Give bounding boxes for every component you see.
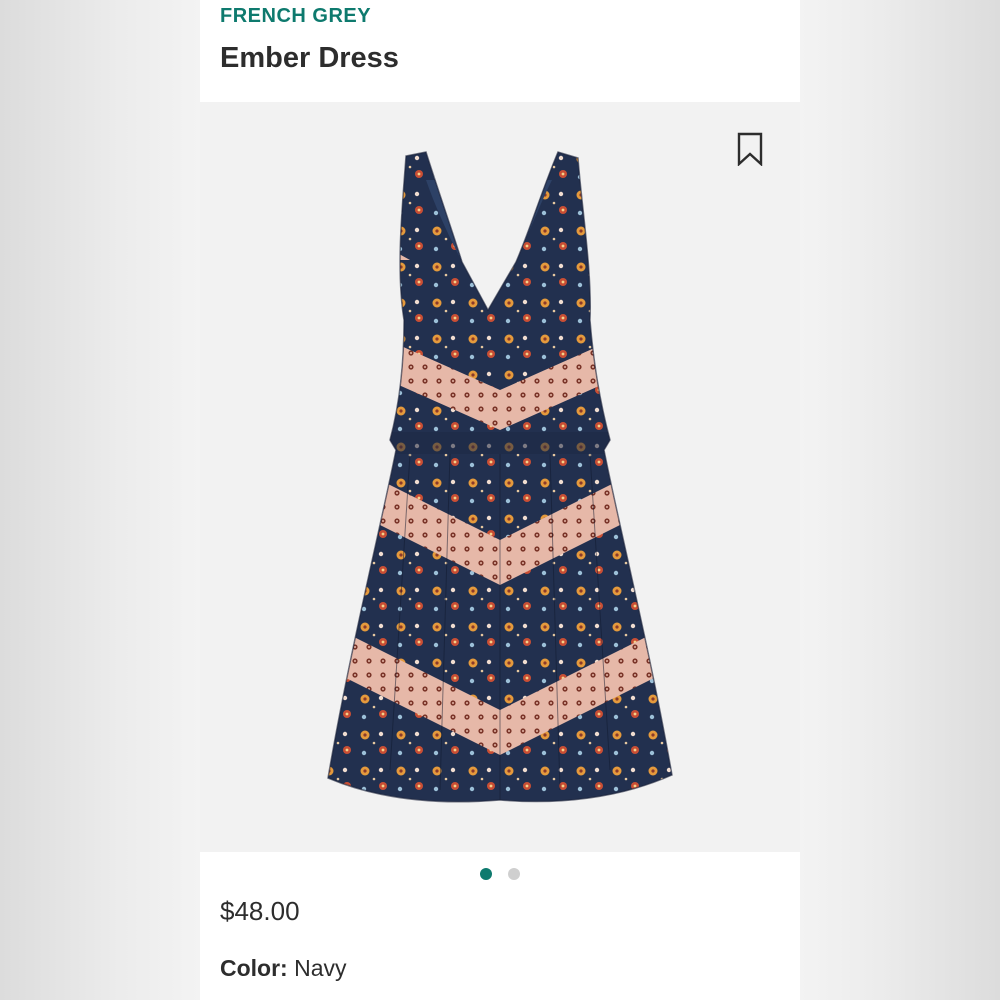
product-card: FRENCH GREY Ember Dress $48.00 Color: Na… bbox=[200, 0, 800, 1000]
carousel-dot-2[interactable] bbox=[508, 868, 520, 880]
product-image-carousel[interactable] bbox=[200, 102, 800, 852]
color-value: Navy bbox=[294, 955, 347, 981]
product-title: Ember Dress bbox=[220, 42, 399, 74]
bookmark-icon[interactable] bbox=[737, 132, 763, 166]
carousel-indicators bbox=[200, 864, 800, 884]
dress-image bbox=[327, 151, 673, 803]
product-header: FRENCH GREY Ember Dress bbox=[200, 0, 800, 102]
product-price: $48.00 bbox=[220, 896, 300, 926]
carousel-dot-1[interactable] bbox=[480, 868, 492, 880]
brand-name[interactable]: FRENCH GREY bbox=[220, 5, 371, 28]
color-row: Color: Navy bbox=[220, 955, 347, 982]
color-label: Color: bbox=[220, 955, 295, 981]
